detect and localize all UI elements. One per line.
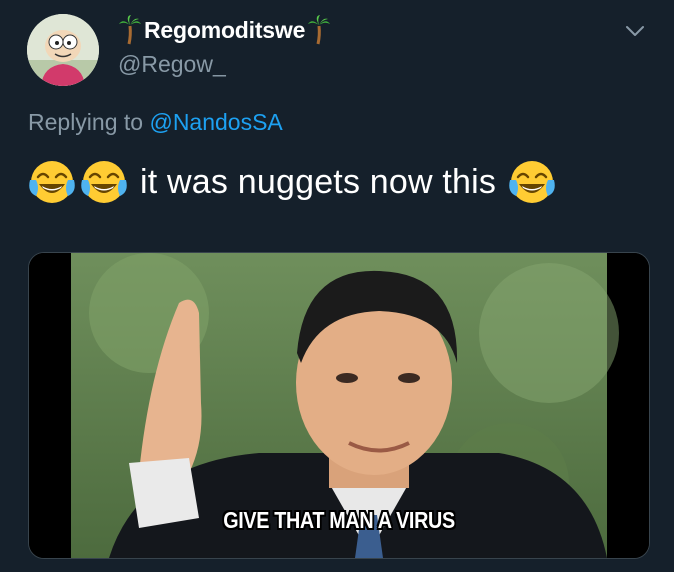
avatar[interactable] xyxy=(27,14,99,86)
face-with-tears-of-joy-icon xyxy=(509,161,555,203)
face-with-tears-of-joy-icon xyxy=(81,161,127,203)
display-name[interactable]: Regomoditswe xyxy=(144,17,305,44)
replying-prefix: Replying to xyxy=(28,109,144,135)
replying-to: Replying to @NandosSA xyxy=(28,109,283,136)
meme-caption: GIVE THAT MAN A VIRUS xyxy=(223,507,455,533)
palm-tree-icon xyxy=(308,15,331,45)
cartoon-character-avatar-icon xyxy=(27,14,99,86)
author-handle[interactable]: @Regow_ xyxy=(118,51,226,78)
tweet-body: it was nuggets now this xyxy=(28,156,556,208)
chevron-down-icon[interactable] xyxy=(624,22,646,40)
palm-tree-icon xyxy=(119,15,141,45)
reply-mention-link[interactable]: @NandosSA xyxy=(149,109,282,135)
tweet-text: it was nuggets now this xyxy=(140,162,497,201)
face-with-tears-of-joy-icon xyxy=(29,161,75,203)
tweet-media-image[interactable]: GIVE THAT MAN A VIRUS xyxy=(28,252,650,559)
author-name-row[interactable]: Regomoditswe xyxy=(118,14,331,46)
